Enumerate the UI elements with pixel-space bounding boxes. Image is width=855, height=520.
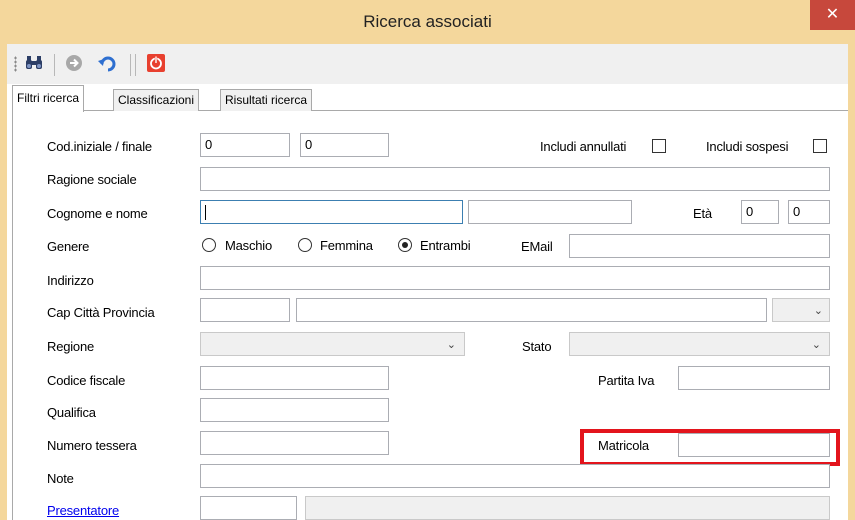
- qualifica-label: Qualifica: [47, 405, 96, 420]
- email-label: EMail: [521, 239, 553, 254]
- email-input[interactable]: [569, 234, 830, 258]
- tab-filtri-ricerca[interactable]: Filtri ricerca: [12, 85, 84, 112]
- toolbar: [7, 44, 848, 84]
- includi-annullati-label: Includi annullati: [540, 139, 627, 154]
- cap-citta-label: Cap Città Provincia: [47, 305, 155, 320]
- includi-sospesi-label: Includi sospesi: [706, 139, 789, 154]
- eta-from-input[interactable]: 0: [741, 200, 779, 224]
- radio-femmina-label[interactable]: Femmina: [320, 237, 373, 255]
- tab-classificazioni[interactable]: Classificazioni: [113, 89, 200, 111]
- includi-sospesi-checkbox[interactable]: [813, 139, 827, 153]
- numero-tessera-label: Numero tessera: [47, 438, 137, 453]
- toolbar-grip[interactable]: [14, 56, 17, 72]
- numero-tessera-input[interactable]: [200, 431, 389, 455]
- regione-label: Regione: [47, 339, 95, 354]
- ragione-sociale-input[interactable]: [200, 167, 830, 191]
- cognome-nome-label: Cognome e nome: [47, 206, 148, 221]
- eta-label: Età: [693, 206, 712, 221]
- radio-maschio-label[interactable]: Maschio: [225, 237, 272, 255]
- cognome-input[interactable]: [200, 200, 463, 224]
- nome-input[interactable]: [468, 200, 632, 224]
- chevron-down-icon: ⌄: [813, 305, 823, 317]
- window-frame-left: [0, 44, 7, 520]
- partita-iva-label: Partita Iva: [598, 373, 655, 388]
- indirizzo-input[interactable]: [200, 266, 830, 290]
- eta-to-input[interactable]: 0: [788, 200, 830, 224]
- qualifica-input[interactable]: [200, 398, 389, 422]
- provincia-dropdown[interactable]: ⌄: [772, 298, 830, 322]
- tab-pane-border: [12, 110, 13, 520]
- close-button[interactable]: ✕: [810, 0, 855, 30]
- chevron-down-icon: ⌄: [446, 339, 456, 351]
- codice-fiscale-input[interactable]: [200, 366, 389, 390]
- citta-input[interactable]: [296, 298, 767, 322]
- next-arrow-icon[interactable]: [64, 53, 84, 73]
- tab-risultati-ricerca[interactable]: Risultati ricerca: [220, 89, 313, 111]
- toolbar-separator: [54, 54, 55, 76]
- cod-start-input[interactable]: 0: [200, 133, 290, 157]
- radio-entrambi-label[interactable]: Entrambi: [420, 237, 471, 255]
- regione-dropdown[interactable]: ⌄: [200, 332, 465, 356]
- stato-label: Stato: [522, 339, 552, 354]
- indirizzo-label: Indirizzo: [47, 273, 94, 288]
- presentatore-code-input[interactable]: [200, 496, 297, 520]
- radio-femmina[interactable]: [298, 238, 312, 252]
- presentatore-name-field: [305, 496, 830, 520]
- codice-fiscale-label: Codice fiscale: [47, 373, 126, 388]
- presentatore-link[interactable]: Presentatore: [47, 502, 119, 520]
- note-input[interactable]: [200, 464, 830, 488]
- genere-label: Genere: [47, 239, 90, 254]
- window-title: Ricerca associati: [363, 12, 492, 31]
- chevron-down-icon: ⌄: [811, 339, 821, 351]
- radio-maschio[interactable]: [202, 238, 216, 252]
- cod-label: Cod.iniziale / finale: [47, 139, 152, 154]
- ragione-sociale-label: Ragione sociale: [47, 172, 137, 187]
- text-caret: [205, 205, 206, 221]
- includi-annullati-checkbox[interactable]: [652, 139, 666, 153]
- window-frame-right: [848, 44, 855, 520]
- radio-entrambi[interactable]: [398, 238, 412, 252]
- note-label: Note: [47, 471, 74, 486]
- cap-input[interactable]: [200, 298, 290, 322]
- cod-end-input[interactable]: 0: [300, 133, 389, 157]
- binoculars-icon[interactable]: [24, 53, 44, 73]
- toolbar-separator: [130, 54, 131, 76]
- toolbar-separator: [135, 54, 136, 76]
- undo-icon[interactable]: [97, 53, 117, 73]
- stato-dropdown[interactable]: ⌄: [569, 332, 830, 356]
- matricola-highlight-box: [580, 429, 840, 466]
- power-icon[interactable]: [146, 53, 166, 73]
- partita-iva-input[interactable]: [678, 366, 830, 390]
